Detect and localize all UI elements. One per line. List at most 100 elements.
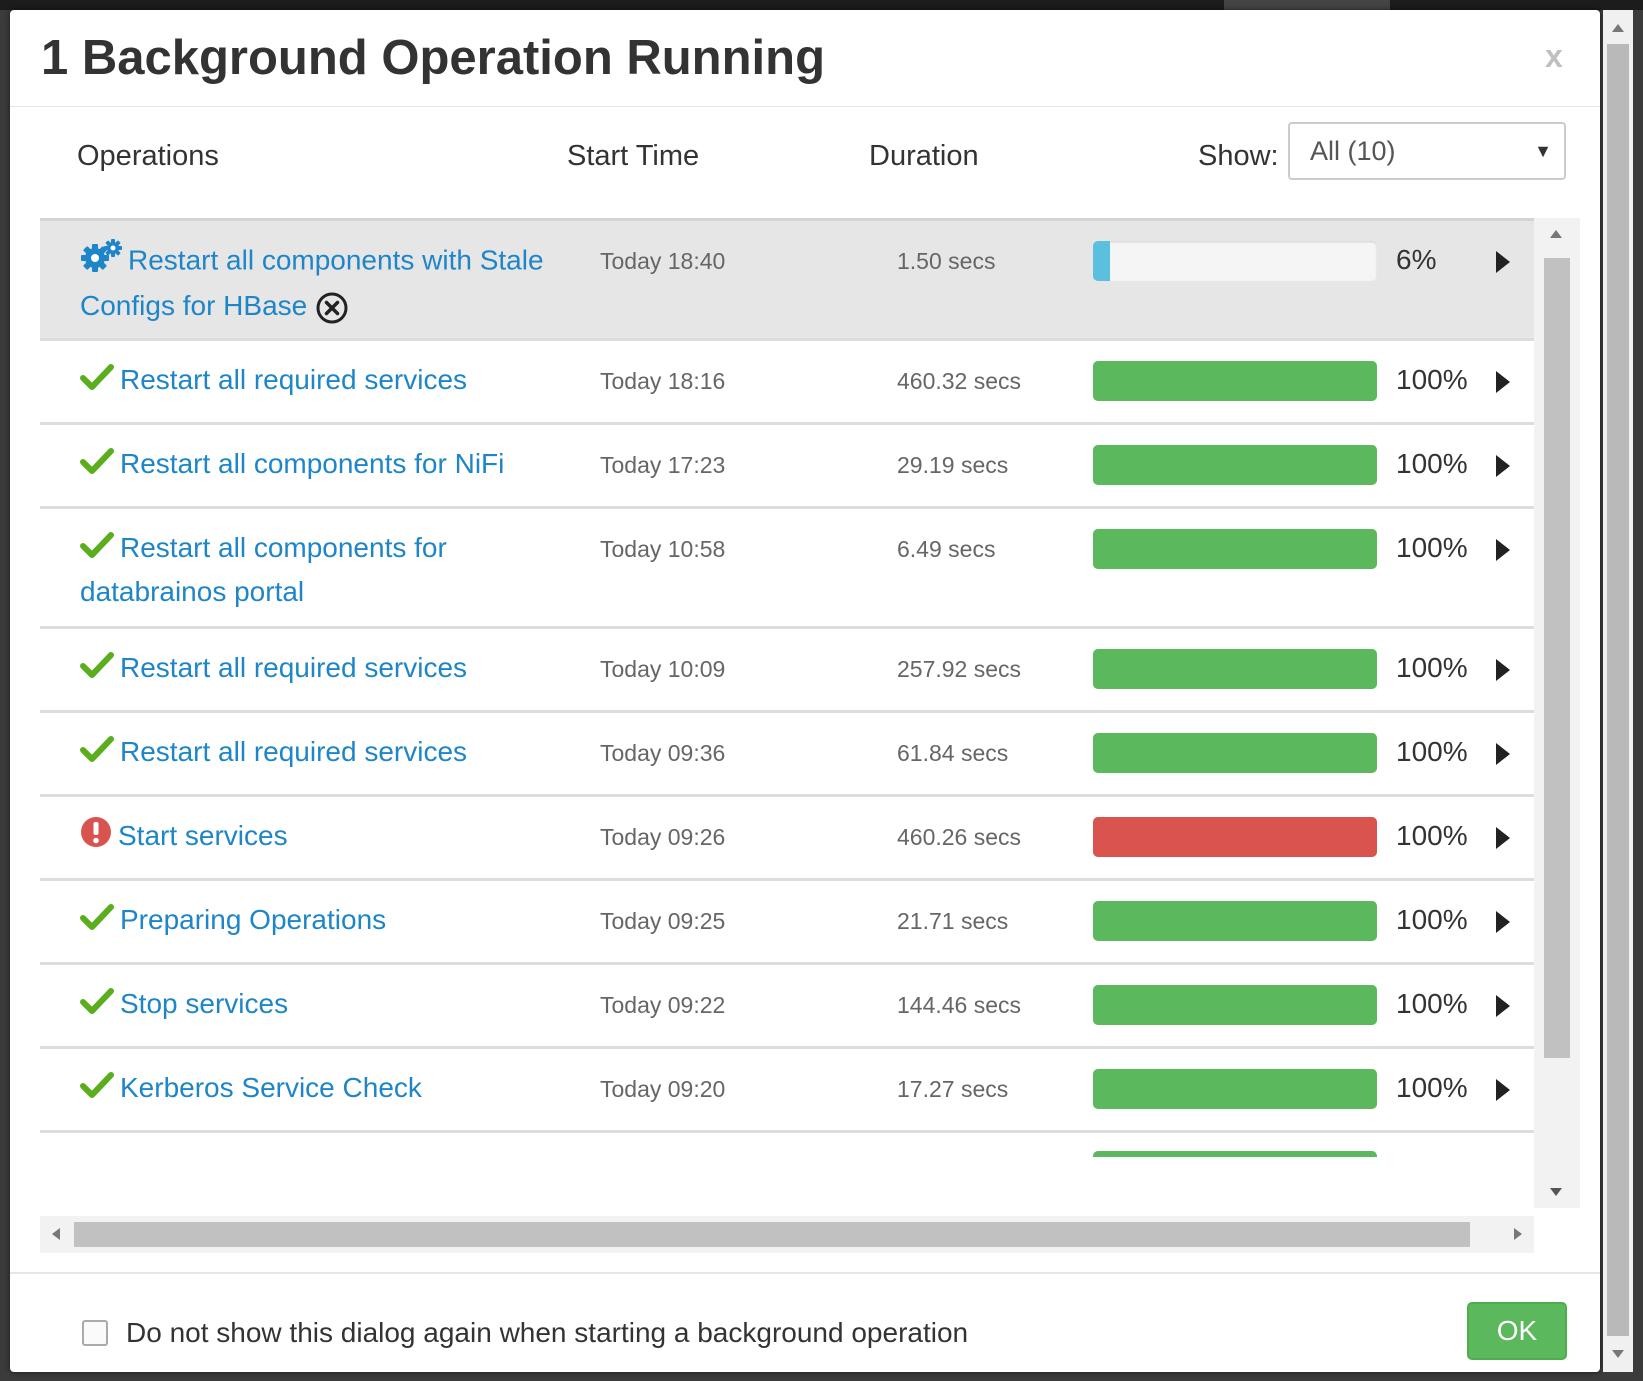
operation-row[interactable]: Stop services Today 09:22 144.46 secs 100% <box>40 965 1534 1049</box>
operation-row[interactable]: Restart all components for NiFi Today 17:… <box>40 425 1534 509</box>
expand-arrow-icon[interactable] <box>1496 1079 1510 1101</box>
operation-name-text: Restart all required services <box>120 736 468 767</box>
operation-progress <box>1093 733 1377 773</box>
operations-list: Restart all components with Stale Config… <box>40 218 1580 1253</box>
page-vertical-scrollbar[interactable] <box>1603 10 1633 1372</box>
close-icon[interactable]: x <box>1545 38 1563 75</box>
operation-row[interactable]: Restart all components with Stale Config… <box>40 221 1534 341</box>
scroll-down-icon[interactable] <box>1550 1188 1562 1196</box>
ok-button[interactable]: OK <box>1467 1302 1567 1360</box>
scroll-right-icon[interactable] <box>1514 1228 1522 1240</box>
operation-duration: 17.27 secs <box>897 1076 1009 1102</box>
operation-progress <box>1093 901 1377 941</box>
operation-duration: 6.49 secs <box>897 536 996 562</box>
operation-row-partial <box>40 1133 1534 1173</box>
operation-name-text: Kerberos Service Check <box>120 1072 422 1103</box>
progress-bar-fill <box>1093 361 1377 401</box>
scrollbar-thumb[interactable] <box>1544 258 1570 1058</box>
operation-start-time: Today 18:40 <box>600 248 726 274</box>
expand-arrow-icon[interactable] <box>1496 743 1510 765</box>
scroll-up-icon[interactable] <box>1612 24 1624 32</box>
operation-name[interactable]: Restart all required services <box>80 359 550 403</box>
scroll-left-icon[interactable] <box>52 1228 60 1240</box>
progress-bar-fill <box>1093 241 1111 281</box>
progress-bar-fill <box>1093 529 1377 569</box>
operation-progress <box>1093 649 1377 689</box>
operation-name[interactable]: Restart all components for databrainos p… <box>80 527 550 613</box>
expand-arrow-icon[interactable] <box>1496 371 1510 393</box>
abort-icon[interactable] <box>307 290 349 324</box>
backdrop-top-bar <box>0 0 1643 10</box>
operation-progress-percent: 100% <box>1396 820 1468 851</box>
background-operations-dialog: 1 Background Operation Running x Operati… <box>10 10 1600 1372</box>
operation-progress-percent: 100% <box>1396 736 1468 767</box>
operation-start-time: Today 10:58 <box>600 536 726 562</box>
expand-arrow-icon[interactable] <box>1496 539 1510 561</box>
operation-start-time: Today 18:16 <box>600 368 726 394</box>
check-icon <box>80 1069 114 1111</box>
operation-duration: 61.84 secs <box>897 740 1009 766</box>
operation-name[interactable]: Restart all components with Stale Config… <box>80 239 550 327</box>
operation-name[interactable]: Start services <box>80 815 550 860</box>
operation-name-text: Preparing Operations <box>120 904 387 935</box>
operations-rows: Restart all components with Stale Config… <box>40 218 1534 1211</box>
progress-bar-fill <box>1093 1069 1377 1109</box>
list-vertical-scrollbar[interactable] <box>1534 218 1580 1208</box>
expand-arrow-icon[interactable] <box>1496 911 1510 933</box>
progress-bar-fill <box>1093 445 1377 485</box>
operation-progress <box>1093 445 1377 485</box>
operation-name[interactable]: Kerberos Service Check <box>80 1067 550 1111</box>
operation-name-text: Start services <box>118 820 288 851</box>
dialog-header: 1 Background Operation Running x <box>10 10 1600 107</box>
operation-progress-percent: 100% <box>1396 988 1468 1019</box>
operation-start-time: Today 09:20 <box>600 1076 726 1102</box>
operation-progress-percent: 6% <box>1396 244 1437 275</box>
scroll-down-icon[interactable] <box>1612 1350 1624 1358</box>
operation-progress <box>1093 361 1377 401</box>
progress-bar-fill <box>1093 733 1377 773</box>
check-icon <box>80 985 114 1027</box>
operation-row[interactable]: Restart all required services Today 10:09… <box>40 629 1534 713</box>
operation-name[interactable]: Restart all required services <box>80 731 550 775</box>
operation-duration: 29.19 secs <box>897 452 1009 478</box>
dialog-title: 1 Background Operation Running <box>41 31 826 85</box>
operation-row[interactable]: Kerberos Service Check Today 09:20 17.27 s… <box>40 1049 1534 1133</box>
operation-progress-percent: 100% <box>1396 364 1468 395</box>
operation-name[interactable]: Stop services <box>80 983 550 1027</box>
expand-arrow-icon[interactable] <box>1496 455 1510 477</box>
scrollbar-thumb[interactable] <box>74 1222 1470 1247</box>
operation-name[interactable]: Restart all required services <box>80 647 550 691</box>
dialog-footer: Do not show this dialog again when start… <box>10 1272 1600 1372</box>
backdrop-tab <box>1224 0 1390 10</box>
operation-progress <box>1093 985 1377 1025</box>
operation-row[interactable]: Start services Today 09:26 460.26 secs 100% <box>40 797 1534 881</box>
operation-progress-percent: 100% <box>1396 448 1468 479</box>
operation-name[interactable]: Restart all components for NiFi <box>80 443 550 487</box>
operation-row[interactable]: Preparing Operations Today 09:25 21.71 sec… <box>40 881 1534 965</box>
progress-bar-fill <box>1093 817 1377 857</box>
operation-start-time: Today 09:22 <box>600 992 726 1018</box>
expand-arrow-icon[interactable] <box>1496 827 1510 849</box>
operation-duration: 1.50 secs <box>897 248 996 274</box>
expand-arrow-icon[interactable] <box>1496 995 1510 1017</box>
list-horizontal-scrollbar[interactable] <box>40 1216 1534 1253</box>
show-filter-select[interactable]: All (10) ▼ <box>1288 122 1566 180</box>
operation-row[interactable]: Restart all required services Today 18:16… <box>40 341 1534 425</box>
operation-row[interactable]: Restart all components for databrainos p… <box>40 509 1534 629</box>
scrollbar-thumb[interactable] <box>1607 44 1629 1336</box>
expand-arrow-icon[interactable] <box>1496 659 1510 681</box>
progress-bar-fill <box>1093 649 1377 689</box>
expand-arrow-icon[interactable] <box>1496 251 1510 273</box>
operation-name[interactable]: Preparing Operations <box>80 899 550 943</box>
check-icon <box>80 901 114 943</box>
do-not-show-checkbox[interactable] <box>82 1320 108 1346</box>
operation-name-text: Stop services <box>120 988 289 1019</box>
operation-start-time: Today 09:26 <box>600 824 726 850</box>
operation-progress <box>1093 1069 1377 1109</box>
operation-progress-percent: 100% <box>1396 652 1468 683</box>
operation-row[interactable]: Restart all required services Today 09:36… <box>40 713 1534 797</box>
caret-down-icon: ▼ <box>1534 141 1552 161</box>
operation-start-time: Today 09:25 <box>600 908 726 934</box>
operations-column-header: Operations <box>77 140 219 172</box>
scroll-up-icon[interactable] <box>1550 230 1562 238</box>
